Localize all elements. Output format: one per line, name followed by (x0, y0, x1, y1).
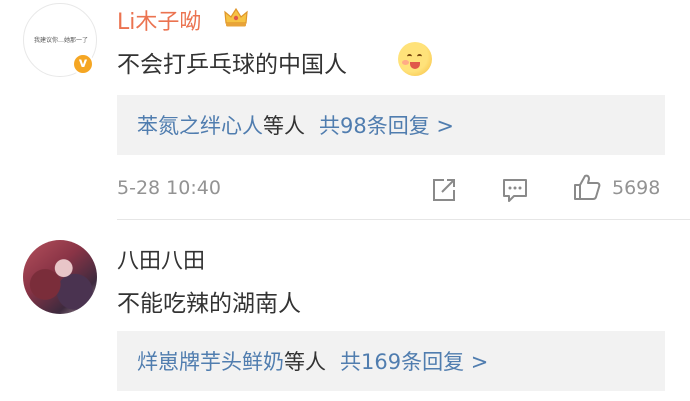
comment-text: 不能吃辣的湖南人 (117, 291, 301, 317)
username[interactable]: Li木子呦 (117, 4, 201, 36)
reply-count-link[interactable]: 共98条回复 > (319, 114, 454, 138)
username[interactable]: 八田八田 (117, 243, 205, 275)
reply-summary[interactable]: 苯氮之绊心人等人 共98条回复 > (117, 95, 665, 155)
reply-suffix: 等人 (284, 350, 326, 374)
avatar[interactable] (23, 240, 97, 314)
reply-suffix: 等人 (263, 114, 305, 138)
crown-icon (224, 7, 248, 27)
comment-icon[interactable] (500, 176, 530, 204)
share-icon[interactable] (430, 177, 458, 203)
reply-users-link[interactable]: 苯氮之绊心人 (137, 114, 263, 138)
reply-count-link[interactable]: 共169条回复 > (340, 350, 488, 374)
like-count: 5698 (612, 177, 661, 199)
timestamp: 5-28 10:40 (117, 177, 221, 199)
savoring-face-emoji-icon (398, 42, 432, 76)
avatar-text: 我建议你…她那一了 (33, 37, 88, 44)
thumbs-up-icon[interactable] (572, 172, 602, 202)
comment-text: 不会打乒乓球的中国人 (117, 52, 347, 78)
verified-badge-icon: v (72, 53, 94, 75)
reply-users-link[interactable]: 烊崽牌芋头鲜奶 (137, 350, 284, 374)
divider (117, 219, 690, 220)
reply-summary[interactable]: 烊崽牌芋头鲜奶等人 共169条回复 > (117, 331, 665, 391)
